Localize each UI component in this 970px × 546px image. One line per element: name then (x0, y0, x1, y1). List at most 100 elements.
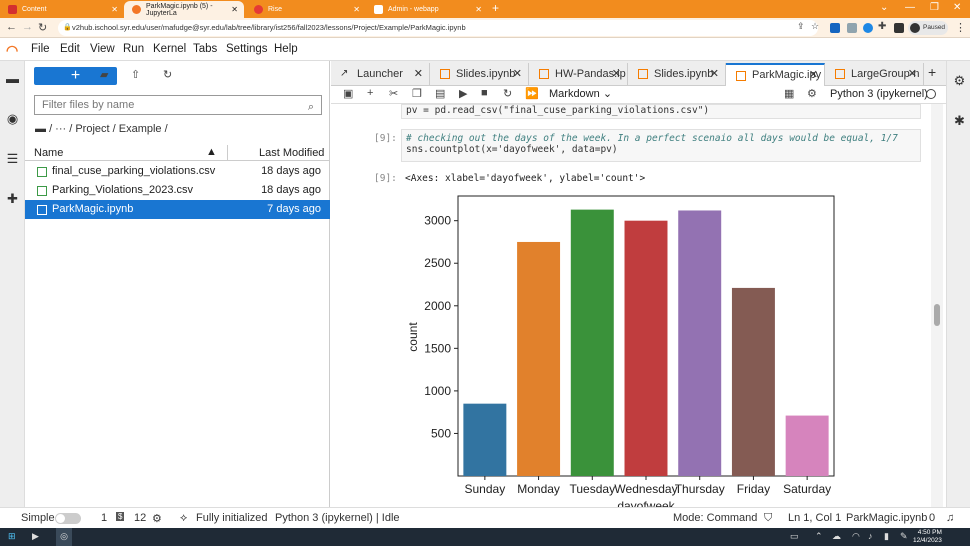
close-icon[interactable]: ✕ (353, 5, 360, 14)
debugger-icon[interactable]: ✱ (952, 113, 967, 128)
close-icon[interactable]: ✕ (111, 5, 118, 14)
browser-tab-parkmagic[interactable]: ParkMagic.ipynb (5) - JupyterLa ✕ (124, 1, 244, 18)
notification-count[interactable]: 0 (929, 512, 935, 524)
stop-icon[interactable]: ■ (481, 87, 488, 99)
file-modified: 18 days ago (261, 165, 321, 177)
folder-icon[interactable]: ▬ (35, 123, 49, 135)
minimize-icon[interactable]: — (905, 2, 915, 13)
profile-status: Paused (923, 24, 946, 31)
extension-icon[interactable] (847, 23, 857, 33)
profile-button[interactable]: Paused (908, 21, 948, 35)
tab-slides-2[interactable]: Slides.ipynb ✕ (628, 63, 726, 86)
sort-up-icon[interactable]: ▲ (206, 146, 217, 158)
url-field[interactable]: 🔒 v2hub.ischool.syr.edu/user/mafudge@syr… (58, 20, 818, 36)
menu-tabs[interactable]: Tabs (193, 43, 217, 55)
close-icon[interactable]: ✕ (809, 65, 818, 85)
menu-run[interactable]: Run (123, 43, 144, 55)
simple-mode-toggle[interactable] (55, 513, 81, 524)
kernel-settings-icon[interactable]: ⚙ (807, 87, 817, 100)
tab-slides-1[interactable]: Slides.ipynb ✕ (430, 63, 529, 86)
close-icon[interactable]: ✕ (612, 63, 621, 85)
new-tab-icon[interactable]: + (492, 1, 499, 15)
column-last-modified[interactable]: Last Modified (259, 147, 324, 159)
extensions-icon[interactable]: ✚ (5, 191, 20, 206)
insert-cell-icon[interactable]: + (367, 87, 373, 99)
file-row[interactable]: final_cuse_parking_violations.csv 18 day… (25, 162, 330, 181)
column-name[interactable]: Name (34, 147, 63, 159)
menu-edit[interactable]: Edit (60, 43, 80, 55)
cursor-position[interactable]: Ln 1, Col 1 (788, 512, 841, 524)
tab-label: Slides.ipynb (456, 68, 516, 80)
notebook-scrollbar[interactable] (931, 104, 943, 507)
menu-kernel[interactable]: Kernel (153, 43, 186, 55)
close-icon[interactable]: ✕ (908, 63, 917, 85)
cut-icon[interactable]: ✂ (389, 87, 398, 100)
presentation-icon[interactable]: ▦ (784, 87, 794, 100)
system-clock[interactable]: 4:50 PM 12/4/2023 (913, 529, 942, 545)
breadcrumb-path[interactable]: / ··· / Project / Example / (49, 123, 168, 135)
menu-settings[interactable]: Settings (226, 43, 268, 55)
file-row-selected[interactable]: ParkMagic.ipynb 7 days ago (25, 200, 330, 219)
scroll-thumb[interactable] (934, 304, 940, 326)
filter-input[interactable]: Filter files by name ⌕ (34, 95, 322, 115)
copy-icon[interactable]: ❐ (412, 87, 422, 100)
kernel-sessions-icon[interactable]: ⚙ (152, 512, 162, 525)
x-axis: Sunday Monday Tuesday WednesdayThursday Frid… (465, 476, 831, 496)
restore-icon[interactable]: ❐ (930, 2, 939, 13)
tab-launcher[interactable]: ↗ Launcher ✕ (331, 63, 430, 86)
property-inspector-icon[interactable]: ⚙ (952, 73, 967, 88)
puzzle-icon[interactable]: ✚ (878, 21, 886, 32)
browser-tab-rise[interactable]: Rise ✕ (246, 1, 366, 18)
browser-tab-admin[interactable]: Admin - webapp ✕ (366, 1, 488, 18)
more-icon[interactable]: ⋮ (955, 21, 966, 34)
running-icon[interactable]: ◉ (5, 111, 20, 126)
menu-file[interactable]: File (31, 43, 50, 55)
save-icon[interactable]: ▣ (343, 87, 353, 100)
back-icon[interactable]: ← (6, 21, 17, 33)
share-icon[interactable]: ⇪ (797, 21, 805, 32)
tab-parkmagic[interactable]: ParkMagic.ipy ✕ (726, 63, 825, 86)
refresh-icon[interactable]: ↻ (163, 68, 172, 81)
toc-icon[interactable]: ☰ (5, 151, 20, 166)
paste-icon[interactable]: ▤ (435, 87, 445, 100)
upload-icon[interactable]: ⇧ (131, 68, 140, 81)
extension-icon[interactable] (830, 23, 840, 33)
menu-help[interactable]: Help (274, 43, 298, 55)
tab-largegroup[interactable]: LargeGroup-n ✕ (825, 63, 924, 86)
menu-view[interactable]: View (90, 43, 115, 55)
add-tab-icon[interactable]: + (928, 64, 936, 80)
kernel-name[interactable]: Python 3 (ipykernel) (830, 88, 928, 100)
terminal-count[interactable]: 1 (101, 512, 107, 524)
close-icon[interactable]: ✕ (414, 63, 423, 85)
simple-mode-label: Simple (21, 512, 55, 524)
chevron-up-icon[interactable]: ⌃ (815, 531, 823, 542)
folder-icon[interactable]: ▬ (5, 71, 20, 86)
run-icon[interactable]: ▶ (459, 87, 467, 100)
window-close-icon[interactable]: ✕ (953, 2, 961, 13)
close-icon[interactable]: ✕ (231, 5, 238, 14)
run-all-icon[interactable]: ⏩ (525, 87, 539, 100)
column-divider[interactable] (227, 145, 228, 161)
sidepanel-icon[interactable] (894, 23, 904, 33)
search-icon[interactable]: ▶ (32, 531, 39, 542)
restart-icon[interactable]: ↻ (503, 87, 512, 100)
chrome-taskbar-icon[interactable]: ◎ (56, 528, 72, 546)
tab-hw-pandas[interactable]: HW-Pandas.ip ✕ (529, 63, 628, 86)
kernel-status[interactable]: Python 3 (ipykernel) | Idle (275, 512, 400, 524)
reload-icon[interactable]: ↻ (38, 21, 47, 34)
extension-icon[interactable] (863, 23, 873, 33)
close-icon[interactable]: ✕ (710, 63, 719, 85)
bell-icon[interactable]: ♫ (946, 512, 954, 524)
kernel-count[interactable]: 12 (134, 512, 146, 524)
new-folder-icon[interactable]: ▰ (100, 68, 108, 81)
file-row[interactable]: Parking_Violations_2023.csv 18 days ago (25, 181, 330, 200)
browser-tab-content[interactable]: Content ✕ (0, 1, 124, 18)
windows-start-icon[interactable]: ⊞ (8, 531, 16, 542)
terminal-icon[interactable]: $ (116, 512, 125, 521)
close-icon[interactable]: ✕ (475, 5, 482, 14)
cell-type-select[interactable]: Markdown ⌄ (549, 87, 612, 100)
star-icon[interactable]: ☆ (811, 21, 819, 32)
forward-icon[interactable]: → (22, 21, 33, 33)
close-icon[interactable]: ✕ (513, 63, 522, 85)
window-menu-icon[interactable]: ⌄ (880, 2, 888, 13)
